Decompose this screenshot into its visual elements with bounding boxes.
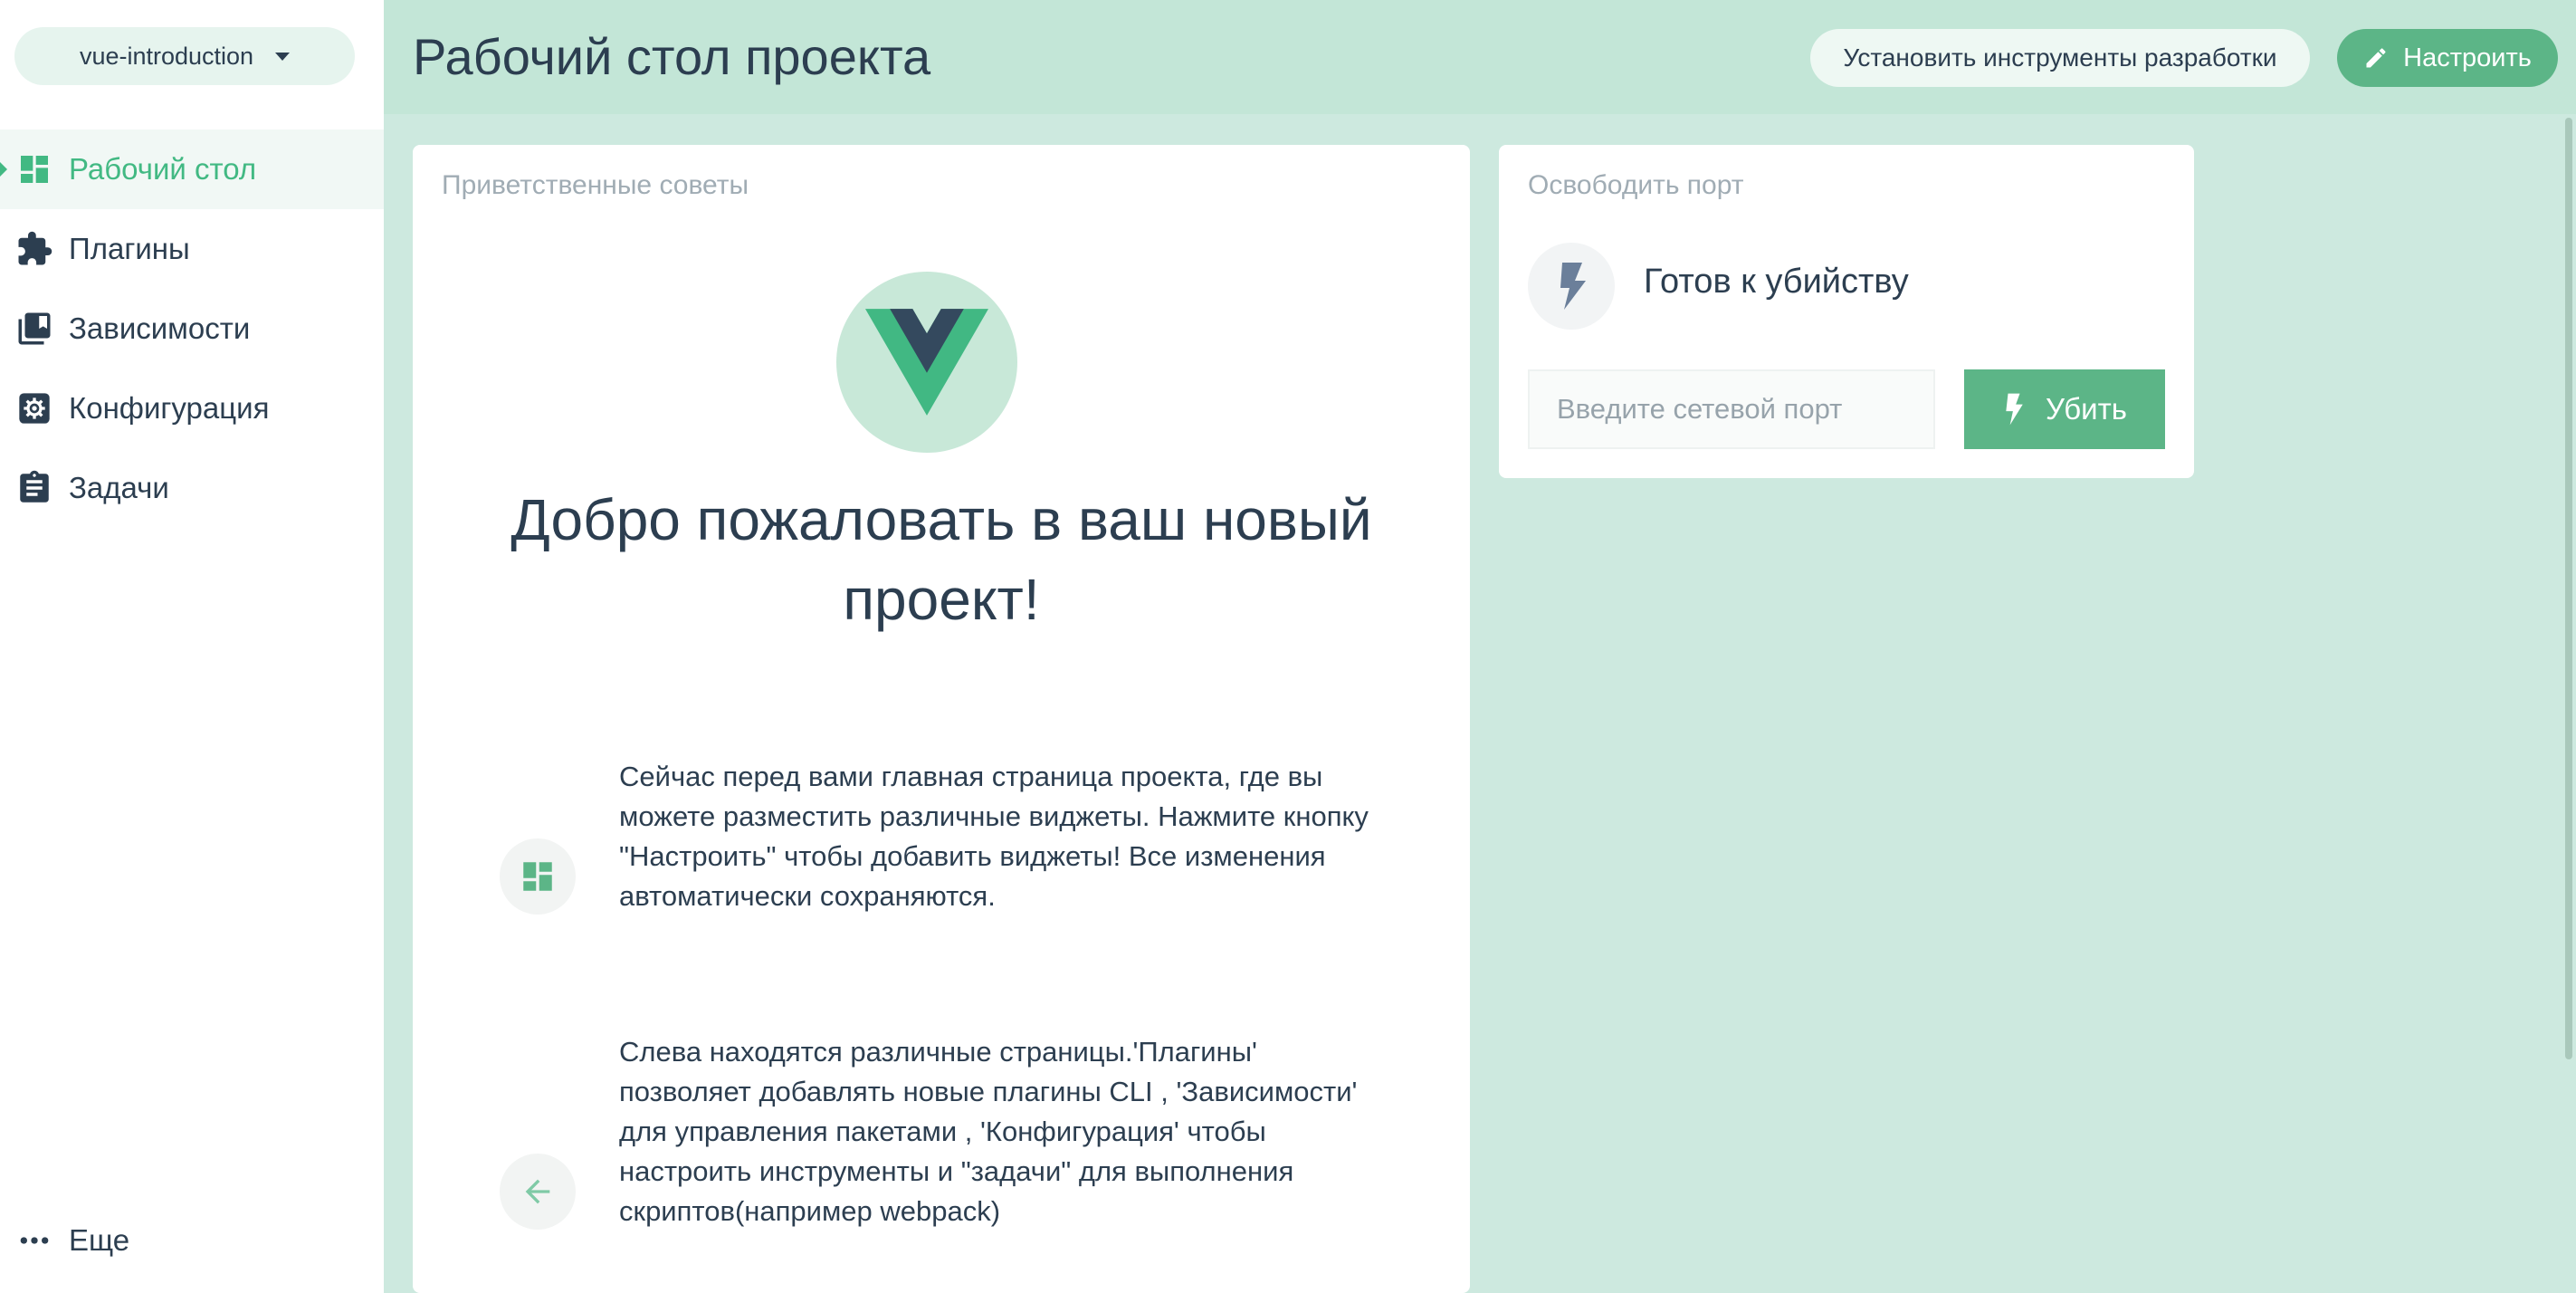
widget-title: Освободить порт xyxy=(1528,170,1744,200)
sidebar-item-plugins[interactable]: Плагины xyxy=(0,209,384,289)
header: Рабочий стол проекта Установить инструме… xyxy=(384,0,2576,114)
clipboard-icon xyxy=(14,468,54,508)
port-status-text: Готов к убийству xyxy=(1644,263,1909,301)
vue-logo xyxy=(836,272,1017,453)
arrow-left-icon xyxy=(500,1154,576,1230)
port-input[interactable] xyxy=(1528,369,1935,449)
library-books-icon xyxy=(14,309,54,349)
tip-text: Слева находятся различные страницы.'Плаг… xyxy=(619,1036,1358,1227)
tip-text: Сейчас перед вами главная страница проек… xyxy=(619,761,1369,912)
dashboard-icon xyxy=(14,149,54,189)
sidebar-item-tasks[interactable]: Задачи xyxy=(0,448,384,528)
sidebar-item-dashboard[interactable]: Рабочий стол xyxy=(0,129,384,209)
sidebar-item-label: Задачи xyxy=(69,471,169,504)
kill-port-widget: Освободить порт Готов к убийству Убить xyxy=(1499,145,2194,478)
scrollbar[interactable] xyxy=(2565,118,2572,1059)
kill-label: Убить xyxy=(2046,392,2127,426)
welcome-tips-widget: Приветственные советы Добро пожаловать в… xyxy=(413,145,1470,1293)
sidebar-item-label: Рабочий стол xyxy=(69,152,257,186)
sidebar-item-dependencies[interactable]: Зависимости xyxy=(0,289,384,369)
customize-button[interactable]: Настроить xyxy=(2337,29,2558,87)
page-title: Рабочий стол проекта xyxy=(413,28,931,85)
welcome-heading-line1: Добро пожаловать в ваш новый xyxy=(510,487,1372,552)
project-name: vue-introduction xyxy=(79,42,254,70)
settings-icon xyxy=(14,388,54,428)
sidebar: vue-introduction Рабочий стол Плагины За… xyxy=(0,0,384,1293)
sidebar-item-label: Конфигурация xyxy=(69,391,270,425)
more-label: Еще xyxy=(69,1223,130,1257)
lightning-icon xyxy=(1528,243,1615,330)
pencil-icon xyxy=(2363,45,2389,71)
chevron-down-icon xyxy=(275,52,291,61)
puzzle-icon xyxy=(14,229,54,269)
customize-label: Настроить xyxy=(2403,43,2532,72)
sidebar-more-button[interactable]: Еще xyxy=(0,1201,384,1280)
project-selector[interactable]: vue-introduction xyxy=(14,27,355,85)
welcome-heading: Добро пожаловать в ваш новый проект! xyxy=(413,480,1470,639)
lightning-icon xyxy=(2002,391,2026,427)
sidebar-item-label: Плагины xyxy=(69,232,190,265)
sidebar-nav: Рабочий стол Плагины Зависимости Конфигу… xyxy=(0,129,384,528)
welcome-heading-line2: проект! xyxy=(843,567,1040,632)
dashboard-icon xyxy=(500,838,576,915)
more-horizontal-icon xyxy=(14,1221,54,1260)
widget-title: Приветственные советы xyxy=(442,170,749,200)
kill-button[interactable]: Убить xyxy=(1964,369,2165,449)
install-devtools-button[interactable]: Установить инструменты разработки xyxy=(1810,29,2310,87)
sidebar-item-label: Зависимости xyxy=(69,311,251,345)
sidebar-item-configuration[interactable]: Конфигурация xyxy=(0,369,384,448)
